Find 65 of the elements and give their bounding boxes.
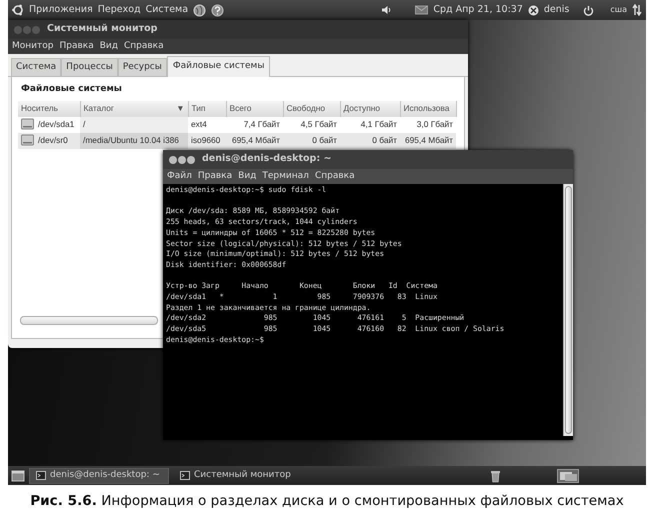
- menu-item[interactable]: Терминал: [262, 170, 309, 184]
- menu-item[interactable]: Правка: [198, 170, 232, 184]
- menu-item[interactable]: Правка: [59, 40, 94, 54]
- table-cell: iso9660: [188, 132, 226, 148]
- taskbar-item[interactable]: denis@denis-desktop: ~: [29, 468, 169, 484]
- show-desktop-icon[interactable]: [11, 470, 25, 482]
- column-header[interactable]: Носитель: [18, 100, 80, 116]
- network-arrows-icon[interactable]: [632, 4, 642, 16]
- table-cell: /dev/sda1: [38, 118, 74, 131]
- panel-clock[interactable]: Срд Апр 21, 10:37: [433, 2, 523, 18]
- power-icon[interactable]: [583, 4, 594, 16]
- tab[interactable]: Ресурсы: [118, 58, 167, 76]
- menu-item[interactable]: Справка: [124, 40, 164, 54]
- figure-caption: Рис. 5.6. Информация о разделах диска и о смонтированных файловых системах: [29, 492, 625, 511]
- column-header[interactable]: Тип: [188, 100, 226, 116]
- scrollbar-thumb[interactable]: [565, 186, 572, 434]
- mail-icon[interactable]: [415, 5, 428, 15]
- menu-item[interactable]: Вид: [100, 40, 118, 54]
- taskbar-item[interactable]: Системный монитор: [173, 468, 313, 484]
- menu-item[interactable]: Монитор: [12, 40, 54, 54]
- column-header[interactable]: Использова: [400, 100, 456, 116]
- table-cell: 0 байт: [340, 132, 400, 148]
- tab[interactable]: Файловые системы: [166, 56, 270, 77]
- globe-icon[interactable]: [193, 4, 206, 16]
- table-cell: 4,1 Гбайт: [340, 116, 400, 132]
- panel-menu[interactable]: Система: [146, 2, 188, 18]
- table-cell: /: [80, 116, 188, 132]
- table-cell: 7,4 Гбайт: [226, 116, 283, 132]
- column-label: Каталог: [84, 102, 114, 115]
- menu-item[interactable]: Справка: [314, 170, 355, 184]
- window-icon: [36, 471, 46, 480]
- table-cell: 0 байт: [283, 132, 340, 148]
- column-header[interactable]: Доступно: [340, 100, 400, 116]
- tab[interactable]: Процессы: [61, 58, 118, 76]
- table-cell: 3,0 Гбайт: [400, 116, 456, 132]
- table-cell: ext4: [188, 116, 226, 132]
- volume-icon[interactable]: [381, 5, 392, 15]
- table-cell: /dev/sr0: [38, 134, 68, 147]
- section-title: Файловые системы: [21, 83, 123, 96]
- help-icon[interactable]: [211, 4, 224, 16]
- horizontal-scrollbar[interactable]: [20, 316, 158, 325]
- user-icon[interactable]: [528, 4, 539, 16]
- menu-item[interactable]: Вид: [238, 170, 256, 184]
- menu-item[interactable]: Файл: [167, 170, 192, 184]
- panel-menu[interactable]: Переход: [98, 2, 141, 18]
- drive-icon: [21, 118, 34, 130]
- window-icon: [180, 471, 190, 480]
- workspace-switcher-icon[interactable]: [557, 468, 579, 482]
- window-title: denis@denis-desktop: ~: [202, 152, 332, 166]
- table-cell: 695,4 Мбайт: [226, 132, 283, 148]
- table-cell: /media/Ubuntu 10.04 i386: [80, 132, 188, 148]
- keyboard-layout[interactable]: сша: [610, 4, 627, 16]
- panel-user[interactable]: denis: [544, 2, 570, 18]
- panel-menu[interactable]: Приложения: [29, 2, 93, 18]
- table-cell: 695,4 Мбайт: [400, 132, 456, 148]
- ubuntu-logo-icon[interactable]: [12, 4, 24, 16]
- column-header[interactable]: Всего: [226, 100, 283, 116]
- tab[interactable]: Система: [11, 58, 62, 76]
- column-header[interactable]: Свободно: [283, 100, 340, 116]
- drive-icon: [21, 134, 34, 146]
- sort-indicator: ▼: [176, 102, 184, 115]
- trash-icon[interactable]: [490, 468, 501, 482]
- window-buttons-icon[interactable]: [168, 154, 196, 164]
- window-title: Системный монитор: [47, 22, 158, 36]
- table-cell: 4,5 Гбайт: [283, 116, 340, 132]
